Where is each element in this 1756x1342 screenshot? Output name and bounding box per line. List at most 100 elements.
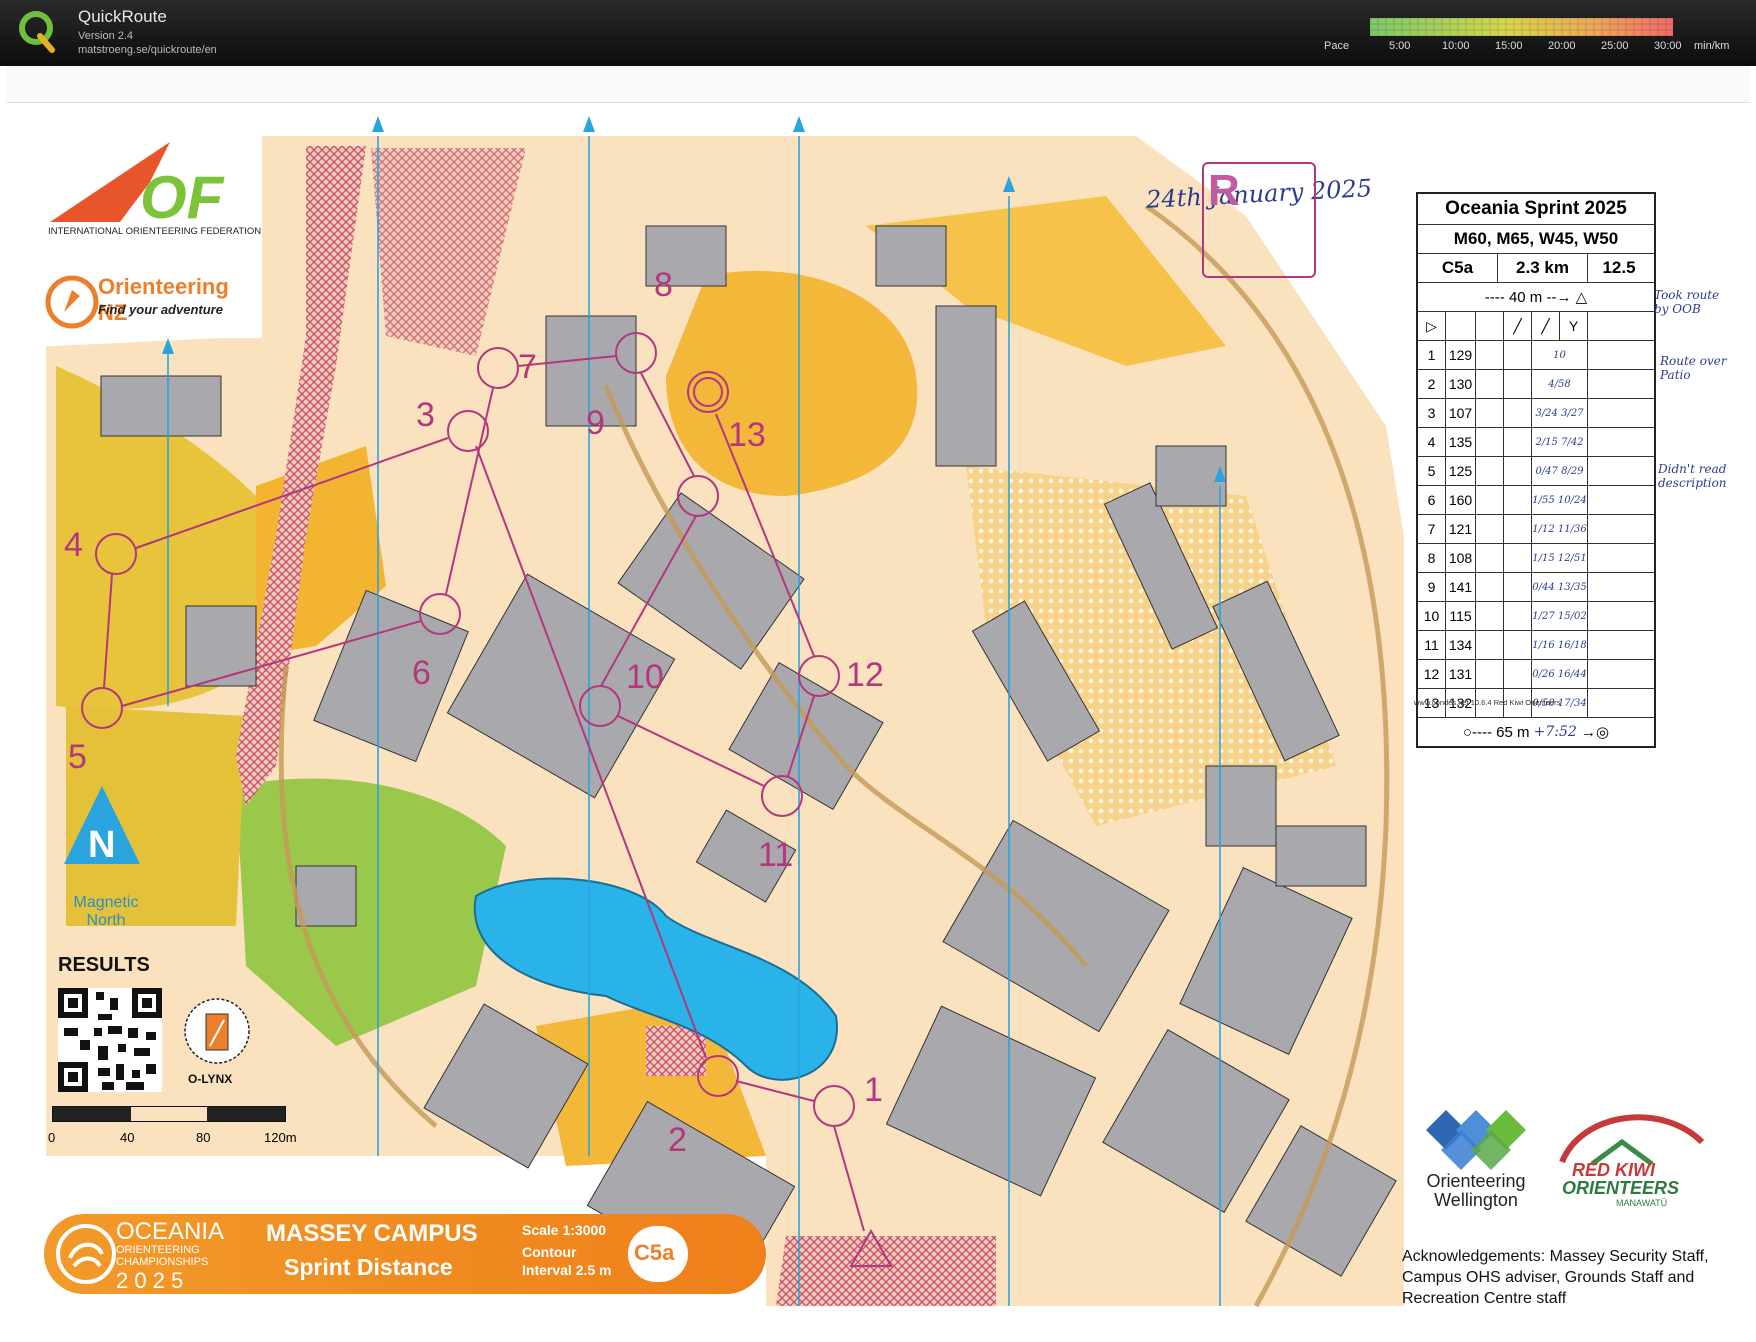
control-number: 6 xyxy=(412,654,431,692)
app-title: QuickRoute xyxy=(78,7,167,26)
pace-tick: 20:00 xyxy=(1548,40,1576,52)
pace-color-scale xyxy=(1370,18,1673,36)
control-split: 0/47 8/29 xyxy=(1532,457,1588,485)
control-symbol xyxy=(1588,370,1618,398)
control-code: 131 xyxy=(1446,660,1476,688)
control-split: 1/15 12/51 xyxy=(1532,544,1588,572)
pace-tick: 25:00 xyxy=(1601,40,1629,52)
control-symbol xyxy=(1504,428,1532,456)
control-code: 121 xyxy=(1446,515,1476,543)
venue-title: MASSEY CAMPUS xyxy=(266,1220,478,1247)
control-symbol xyxy=(1504,370,1532,398)
start-r-box: R xyxy=(1202,162,1316,278)
ow-text-1: Orienteering xyxy=(1426,1171,1526,1191)
note-2: Route over Patio xyxy=(1660,354,1727,382)
scale-bar xyxy=(52,1106,286,1122)
acknowledgements: Acknowledgements: Massey Security Staff,… xyxy=(1402,1248,1709,1307)
control-row: 3 107 3/24 3/27 xyxy=(1418,398,1654,427)
results-label: RESULTS xyxy=(58,954,150,976)
control-symbol xyxy=(1476,544,1504,572)
pace-tick: 10:00 xyxy=(1442,40,1470,52)
iof-text: INTERNATIONAL ORIENTEERING FEDERATION xyxy=(48,226,262,237)
control-seq: 1 xyxy=(1418,341,1446,369)
pace-label: Pace xyxy=(1324,40,1350,52)
pace-tick: 5:00 xyxy=(1389,40,1411,52)
map-footer-banner: OCEANIA ORIENTEERING CHAMPIONSHIPS 2 0 2… xyxy=(44,1214,766,1294)
app-header: QuickRoute Version 2.4 matstroeng.se/qui… xyxy=(0,0,1756,66)
control-code: 129 xyxy=(1446,341,1476,369)
control-seq: 5 xyxy=(1418,457,1446,485)
control-code: 134 xyxy=(1446,631,1476,659)
control-code: 141 xyxy=(1446,573,1476,601)
desc-classes: M60, M65, W45, W50 xyxy=(1418,225,1654,254)
desc-footer: www.condes.net 10.6.4 Red Kiwi Orienteer… xyxy=(1414,698,1561,707)
control-seq: 11 xyxy=(1418,631,1446,659)
control-symbol xyxy=(1504,341,1532,369)
qr-code-icon[interactable] xyxy=(58,988,162,1092)
control-symbol xyxy=(1588,573,1618,601)
oc-brand-1: OCEANIA xyxy=(116,1218,225,1245)
control-row: 12 131 0/26 16/44 xyxy=(1418,659,1654,688)
control-row: 7 121 1/12 11/36 xyxy=(1418,514,1654,543)
control-number: 10 xyxy=(626,658,664,696)
north-letter: N xyxy=(88,824,116,866)
control-code: 108 xyxy=(1446,544,1476,572)
iof-logo-icon: OF xyxy=(50,142,225,224)
scale-tick: 0 xyxy=(48,1130,56,1145)
control-split: 0/26 16/44 xyxy=(1532,660,1588,688)
control-symbol xyxy=(1588,341,1618,369)
control-split: 1/16 16/18 xyxy=(1532,631,1588,659)
control-row: 5 125 0/47 8/29 xyxy=(1418,456,1654,485)
control-symbol xyxy=(1588,689,1618,717)
control-symbol xyxy=(1588,631,1618,659)
control-split: 1/12 11/36 xyxy=(1532,515,1588,543)
control-number: 9 xyxy=(586,404,605,442)
control-symbol xyxy=(1588,544,1618,572)
control-symbol xyxy=(1476,457,1504,485)
control-code: 115 xyxy=(1446,602,1476,630)
pace-tick: 30:00 xyxy=(1654,40,1682,52)
control-symbol xyxy=(1588,486,1618,514)
control-symbol xyxy=(1476,486,1504,514)
interval-label: Interval 2.5 m xyxy=(522,1262,612,1278)
control-symbol xyxy=(1504,602,1532,630)
rk-text-2: ORIENTEERS xyxy=(1562,1178,1680,1198)
pace-tick: 15:00 xyxy=(1495,40,1523,52)
note-1: Took route by OOB xyxy=(1654,288,1720,316)
control-split: 0/44 13/35 xyxy=(1532,573,1588,601)
control-symbol xyxy=(1588,660,1618,688)
orienteering-nz-logo: Orienteering NZ Find your adventure xyxy=(40,266,262,338)
control-row: 8 108 1/15 12/51 xyxy=(1418,543,1654,572)
control-row: 10 115 1/27 15/02 xyxy=(1418,601,1654,630)
control-symbol xyxy=(1588,515,1618,543)
distance-type: Sprint Distance xyxy=(284,1254,453,1280)
desc-finish-note: +7:52 xyxy=(1533,724,1577,740)
control-number: 5 xyxy=(68,738,87,776)
nz-title: Orienteering NZ xyxy=(98,274,229,325)
o-lynx-label: O-LYNX xyxy=(188,1072,233,1086)
control-row: 6 160 1/55 10/24 xyxy=(1418,485,1654,514)
app-url[interactable]: matstroeng.se/quickroute/en xyxy=(78,44,217,56)
control-split: 4/58 xyxy=(1532,370,1588,398)
control-row: 4 135 2/15 7/42 xyxy=(1418,427,1654,456)
control-symbol xyxy=(1504,515,1532,543)
control-symbol xyxy=(1504,573,1532,601)
control-split: 3/24 3/27 xyxy=(1532,399,1588,427)
map-sheet[interactable]: 1 2 3 4 5 6 7 8 9 10 11 12 13 OF INTERNA… xyxy=(6,66,1750,1336)
control-row: 1 129 10 xyxy=(1418,340,1654,369)
control-split: 1/27 15/02 xyxy=(1532,602,1588,630)
control-row: 11 134 1/16 16/18 xyxy=(1418,630,1654,659)
control-split: 2/15 7/42 xyxy=(1532,428,1588,456)
control-symbol xyxy=(1504,544,1532,572)
scale-tick: 80 xyxy=(196,1130,211,1145)
course-badge: C5a xyxy=(628,1226,688,1282)
control-number: 3 xyxy=(416,396,435,434)
course-badge-text: C5a xyxy=(634,1240,675,1265)
control-seq: 8 xyxy=(1418,544,1446,572)
control-seq: 12 xyxy=(1418,660,1446,688)
control-symbol xyxy=(1476,631,1504,659)
control-symbol xyxy=(1504,486,1532,514)
control-symbol xyxy=(1588,602,1618,630)
oc-brand-2: ORIENTEERING xyxy=(116,1244,200,1256)
control-symbol xyxy=(1476,515,1504,543)
